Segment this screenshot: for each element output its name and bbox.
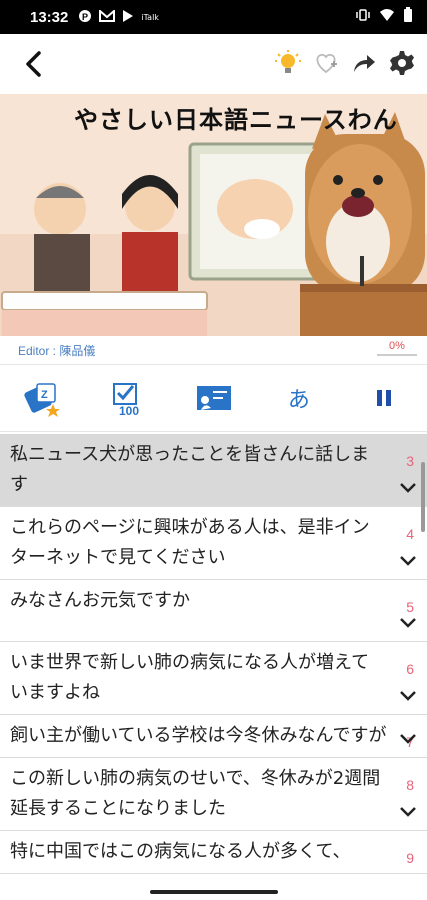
home-indicator[interactable] [150, 890, 278, 894]
sentence-number: 6 [406, 661, 414, 677]
battery-icon [403, 7, 413, 27]
gmail-icon [99, 8, 116, 25]
gear-icon[interactable] [387, 48, 417, 78]
vocabulary-sort-icon[interactable]: Z [19, 374, 67, 422]
sentence-text: みなさんお元気ですか [10, 590, 190, 611]
chevron-down-icon[interactable] [397, 476, 419, 498]
sentence-number: 3 [406, 453, 414, 469]
sentence-text: 私ニュース犬が思ったことを皆さんに話します [10, 444, 370, 495]
app-label: iTalk [141, 12, 159, 22]
news-banner: やさしい日本語ニュースわん [0, 94, 427, 336]
wifi-icon [379, 8, 395, 26]
system-icons [355, 7, 413, 27]
sentence-number: 4 [406, 526, 414, 542]
sentence-row[interactable]: この新しい肺の病気のせいで、冬休みが2週間延長することになりました 8 [0, 758, 427, 831]
action-bar: Z 100 あ [0, 364, 427, 432]
chevron-down-icon[interactable] [397, 611, 419, 633]
pause-icon[interactable] [360, 374, 408, 422]
sentence-row[interactable]: 飼い主が働いている学校は今冬休みなんですが 7 [0, 715, 427, 758]
sentence-row[interactable]: 特に中国ではこの病気になる人が多くて、 9 [0, 831, 427, 874]
sentence-text: この新しい肺の病気のせいで、冬休みが2週間延長することになりました [10, 768, 381, 819]
toolbar-actions [273, 48, 417, 78]
svg-text:P: P [82, 12, 88, 22]
chevron-down-icon[interactable] [397, 684, 419, 706]
sentence-row[interactable]: みなさんお元気ですか 5 [0, 580, 427, 642]
p-icon: P [78, 9, 92, 26]
scrollbar[interactable] [421, 462, 425, 532]
quiz-score-icon[interactable]: 100 [104, 374, 152, 422]
share-icon[interactable] [349, 48, 379, 78]
chevron-down-icon[interactable] [397, 549, 419, 571]
notification-icons: P iTalk [78, 8, 159, 26]
banner-title: やさしい日本語ニュースわん [74, 106, 398, 134]
favorite-add-icon[interactable] [311, 48, 341, 78]
sentence-number: 9 [406, 850, 414, 866]
sentence-text: 特に中国ではこの病気になる人が多くて、 [10, 841, 351, 862]
sentence-text: これらのページに興味がある人は、是非インターネットで見てください [10, 517, 370, 568]
editor-label: Editor : 陳品儀 [18, 343, 96, 358]
chevron-down-icon[interactable] [397, 727, 419, 749]
vibrate-icon [355, 9, 371, 25]
sentence-list: 私ニュース犬が思ったことを皆さんに話します 3 これらのページに興味がある人は、… [0, 434, 427, 900]
lightbulb-icon[interactable] [273, 48, 303, 78]
toolbar [0, 34, 427, 94]
sentence-row[interactable]: 私ニュース犬が思ったことを皆さんに話します 3 [0, 434, 427, 507]
back-arrow-icon[interactable] [18, 48, 50, 80]
sentence-number: 8 [406, 777, 414, 793]
hiragana-toggle-button[interactable]: あ [275, 374, 323, 422]
status-time: 13:32 [30, 8, 69, 26]
status-bar: 13:32 P iTalk [0, 0, 427, 34]
editor-bar: Editor : 陳品儀 0% [0, 336, 427, 364]
svg-text:100: 100 [119, 404, 139, 418]
progress-indicator: 0% [377, 340, 417, 356]
sentence-text: いま世界で新しい肺の病気になる人が増えていますよね [10, 652, 370, 703]
sentence-row[interactable]: いま世界で新しい肺の病気になる人が増えていますよね 6 [0, 642, 427, 715]
sentence-row[interactable]: これらのページに興味がある人は、是非インターネットで見てください 4 [0, 507, 427, 580]
svg-text:Z: Z [41, 389, 48, 401]
lesson-board-icon[interactable] [189, 374, 237, 422]
play-icon [122, 9, 134, 26]
chevron-down-icon[interactable] [397, 800, 419, 822]
sentence-text: 飼い主が働いている学校は今冬休みなんですが [10, 725, 387, 746]
